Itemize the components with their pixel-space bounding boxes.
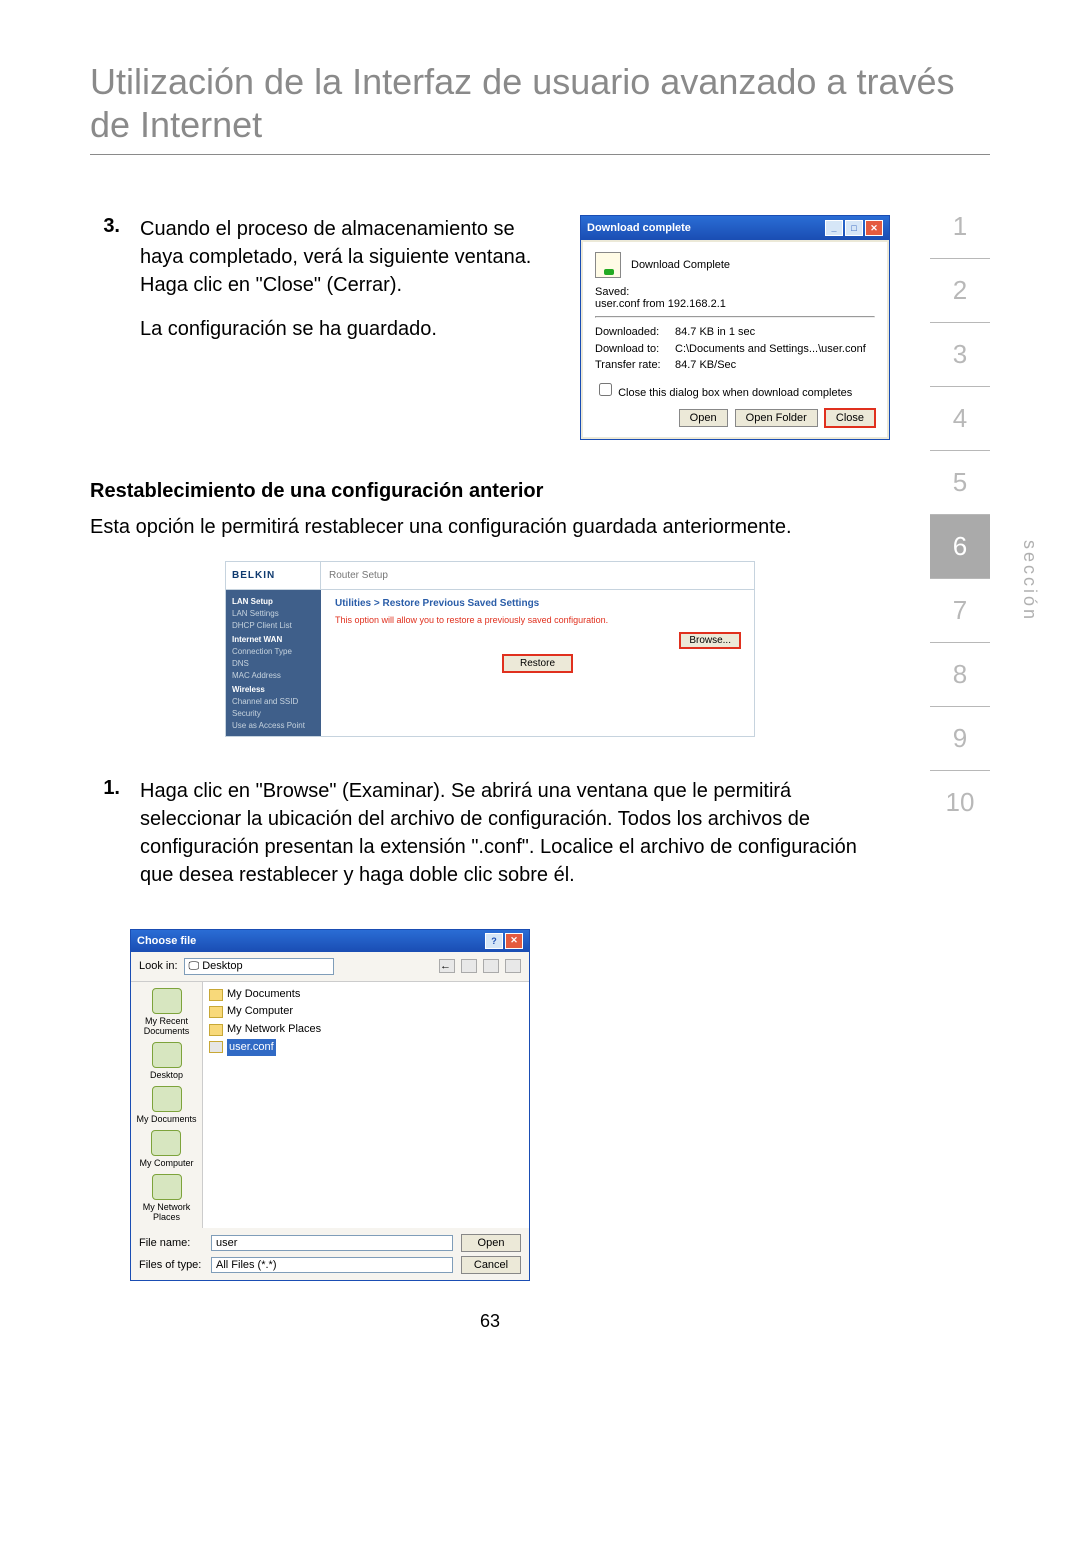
sidebar-item-ap[interactable]: Use as Access Point: [232, 720, 315, 732]
downloadto-label: Download to:: [595, 341, 675, 358]
browse-button[interactable]: Browse...: [680, 633, 740, 648]
close-button[interactable]: Close: [825, 409, 875, 427]
filetype-label: Files of type:: [139, 1259, 203, 1271]
step-number-3: 3.: [90, 215, 120, 238]
section-nav-4[interactable]: 4: [930, 387, 990, 451]
open-folder-button[interactable]: Open Folder: [735, 409, 818, 427]
up-icon[interactable]: [461, 959, 477, 973]
restore-heading: Restablecimiento de una configuración an…: [90, 480, 890, 503]
router-header: Router Setup: [321, 562, 396, 589]
cancel-button[interactable]: Cancel: [461, 1256, 521, 1274]
downloadto-value: C:\Documents and Settings...\user.conf: [675, 341, 866, 358]
router-sidebar: LAN Setup LAN Settings DHCP Client List …: [226, 590, 321, 736]
my-documents-icon: [152, 1086, 182, 1112]
router-breadcrumb: Utilities > Restore Previous Saved Setti…: [335, 598, 740, 609]
step1-text: Haga clic en "Browse" (Examinar). Se abr…: [140, 777, 890, 889]
new-folder-icon[interactable]: [483, 959, 499, 973]
transferrate-label: Transfer rate:: [595, 357, 675, 374]
restore-intro: Esta opción le permitirá restablecer una…: [90, 513, 890, 541]
belkin-logo: BELKIN: [226, 562, 321, 589]
section-nav-6[interactable]: 6: [930, 515, 990, 579]
download-heading: Download Complete: [631, 259, 730, 271]
section-nav-7[interactable]: 7: [930, 579, 990, 643]
section-label: sección: [1019, 540, 1040, 622]
downloaded-label: Downloaded:: [595, 324, 675, 341]
dialog-title: Download complete: [587, 222, 691, 234]
place-recent[interactable]: My Recent Documents: [131, 988, 202, 1036]
close-when-complete-checkbox[interactable]: [599, 383, 612, 396]
list-item-selected[interactable]: user.conf: [209, 1039, 523, 1057]
sidebar-item-conntype[interactable]: Connection Type: [232, 646, 315, 658]
step3-text-2: La configuración se ha guardado.: [140, 315, 560, 343]
saved-value: user.conf from 192.168.2.1: [595, 298, 875, 310]
sidebar-cat-wireless: Wireless: [232, 684, 315, 696]
sidebar-item-channel[interactable]: Channel and SSID: [232, 696, 315, 708]
step-number-1: 1.: [90, 777, 120, 800]
network-places-icon: [152, 1174, 182, 1200]
close-icon[interactable]: ✕: [865, 220, 883, 236]
restore-button[interactable]: Restore: [503, 655, 572, 672]
file-icon: [209, 1041, 223, 1053]
place-network[interactable]: My Network Places: [131, 1174, 202, 1222]
views-icon[interactable]: [505, 959, 521, 973]
sidebar-item-lan-settings[interactable]: LAN Settings: [232, 608, 315, 620]
lookin-value: 🖵 Desktop: [189, 960, 243, 972]
router-description: This option will allow you to restore a …: [335, 615, 740, 625]
place-mycomputer[interactable]: My Computer: [139, 1130, 193, 1168]
section-nav: 12345678910: [930, 195, 990, 834]
list-item[interactable]: My Network Places: [209, 1021, 523, 1039]
recent-docs-icon: [152, 988, 182, 1014]
lookin-combo[interactable]: 🖵 Desktop: [184, 958, 334, 975]
list-item[interactable]: My Computer: [209, 1003, 523, 1021]
place-mydocs[interactable]: My Documents: [136, 1086, 196, 1124]
desktop-icon: [152, 1042, 182, 1068]
maximize-icon[interactable]: □: [845, 220, 863, 236]
back-icon[interactable]: ←: [439, 959, 455, 973]
downloaded-value: 84.7 KB in 1 sec: [675, 324, 755, 341]
sidebar-item-mac[interactable]: MAC Address: [232, 670, 315, 682]
open-button[interactable]: Open: [679, 409, 728, 427]
close-icon[interactable]: ✕: [505, 933, 523, 949]
section-nav-10[interactable]: 10: [930, 771, 990, 834]
section-nav-2[interactable]: 2: [930, 259, 990, 323]
list-item[interactable]: My Documents: [209, 986, 523, 1004]
download-complete-dialog: Download complete _ □ ✕ Download Complet…: [580, 215, 890, 440]
minimize-icon[interactable]: _: [825, 220, 843, 236]
folder-icon: [209, 1024, 223, 1036]
section-nav-9[interactable]: 9: [930, 707, 990, 771]
sidebar-item-security[interactable]: Security: [232, 708, 315, 720]
place-desktop[interactable]: Desktop: [150, 1042, 183, 1080]
page-number: 63: [90, 1311, 890, 1332]
lookin-label: Look in:: [139, 960, 178, 972]
step3-text-1: Cuando el proceso de almacenamiento se h…: [140, 215, 560, 299]
sidebar-cat-wan: Internet WAN: [232, 634, 315, 646]
page-title: Utilización de la Interfaz de usuario av…: [90, 60, 990, 155]
close-when-complete-label: Close this dialog box when download comp…: [618, 387, 852, 399]
my-computer-icon: [151, 1130, 181, 1156]
section-nav-5[interactable]: 5: [930, 451, 990, 515]
sidebar-item-dns[interactable]: DNS: [232, 658, 315, 670]
filename-field[interactable]: user: [211, 1235, 453, 1251]
file-list: My Documents My Computer My Network Plac…: [203, 982, 529, 1228]
section-nav-8[interactable]: 8: [930, 643, 990, 707]
router-setup-screenshot: BELKIN Router Setup LAN Setup LAN Settin…: [225, 561, 755, 737]
download-file-icon: [595, 252, 621, 278]
section-nav-3[interactable]: 3: [930, 323, 990, 387]
filetype-combo[interactable]: All Files (*.*): [211, 1257, 453, 1273]
folder-icon: [209, 989, 223, 1001]
section-nav-1[interactable]: 1: [930, 195, 990, 259]
help-icon[interactable]: ?: [485, 933, 503, 949]
sidebar-cat-lan: LAN Setup: [232, 596, 315, 608]
filename-label: File name:: [139, 1237, 203, 1249]
sidebar-item-dhcp[interactable]: DHCP Client List: [232, 620, 315, 632]
saved-label: Saved:: [595, 286, 875, 298]
folder-icon: [209, 1006, 223, 1018]
transferrate-value: 84.7 KB/Sec: [675, 357, 736, 374]
choose-file-dialog: Choose file ? ✕ Look in: 🖵 Desktop ←: [130, 929, 530, 1281]
choose-file-title: Choose file: [137, 935, 196, 947]
open-button[interactable]: Open: [461, 1234, 521, 1252]
